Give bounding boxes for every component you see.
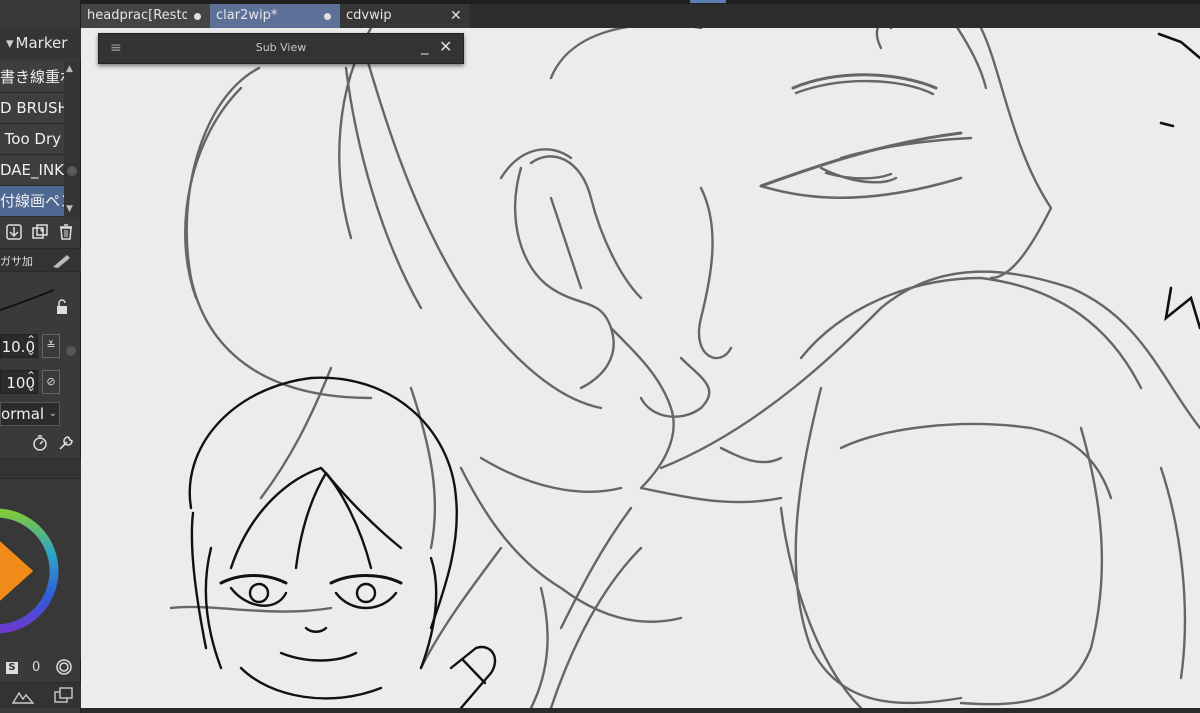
tab-label: cdvwip — [346, 8, 392, 23]
import-icon[interactable] — [4, 222, 24, 242]
tab-label: clar2wip* — [216, 8, 278, 23]
color-wheel-panel — [0, 478, 81, 658]
drawing-canvas[interactable] — [81, 28, 1200, 708]
brush-list-scrollbar[interactable] — [64, 62, 80, 217]
unsaved-dot-icon — [324, 13, 331, 20]
brush-item[interactable]: Too Dry — [0, 124, 64, 155]
close-icon[interactable]: ✕ — [450, 4, 462, 28]
gray-sketch-lines — [169, 28, 1200, 708]
sketch-artwork — [169, 28, 1200, 708]
spin-arrows-icon[interactable]: ⌃ ⌄ — [24, 334, 38, 357]
wrench-icon[interactable] — [56, 433, 76, 453]
status-strip — [81, 708, 1200, 713]
color-wheel[interactable] — [0, 479, 81, 659]
blend-mode-select[interactable]: ormal ⌄ — [0, 402, 60, 426]
chevron-down-icon[interactable]: ▾ — [6, 34, 14, 52]
black-sketch-lines — [188, 376, 497, 708]
chevron-down-icon[interactable]: ▼ — [66, 204, 73, 214]
tab-headprac[interactable]: headprac[Restore — [81, 4, 210, 28]
tab-clar2wip[interactable]: clar2wip* — [210, 4, 340, 28]
duplicate-icon[interactable] — [30, 222, 50, 242]
close-icon[interactable]: ✕ — [439, 37, 452, 56]
color-panel-header — [0, 458, 81, 478]
sub-view-title: Sub View — [255, 41, 307, 54]
brush-item[interactable]: 書き線重ね — [0, 62, 64, 93]
scroll-knob[interactable] — [67, 166, 77, 176]
chevron-down-icon: ⌄ — [48, 408, 57, 419]
sub-tool-tabs: ガサ加 — [0, 248, 81, 272]
stroke-preview — [0, 276, 81, 324]
lock-icon[interactable] — [57, 299, 67, 314]
sub-view-window[interactable]: ≡ Sub View _ ✕ — [98, 33, 464, 64]
trash-icon[interactable] — [56, 222, 76, 242]
edge-marks — [1157, 32, 1200, 330]
size-dot-icon — [66, 346, 76, 356]
spin-arrows-icon[interactable]: ⌃ ⌄ — [24, 370, 38, 393]
document-tab-bar: headprac[Restore clar2wip* cdvwip ✕ — [81, 4, 1200, 28]
brush-tip-icon[interactable] — [50, 252, 72, 270]
chevron-up-icon[interactable]: ▲ — [66, 64, 73, 74]
minimize-icon[interactable]: _ — [421, 37, 429, 55]
size-option-button[interactable]: ≚ — [42, 334, 60, 358]
bottom-value: 0 — [32, 660, 41, 675]
color-bottom-row: S 0 — [0, 658, 81, 680]
brush-item-selected[interactable]: 付線画ペン — [0, 186, 64, 217]
s-label: S — [6, 662, 18, 674]
tab-label: headprac[Restore — [87, 8, 187, 23]
unsaved-dot-icon — [194, 13, 201, 20]
brush-actions-row — [0, 221, 81, 243]
opacity-option-button[interactable]: ⊘ — [42, 370, 60, 394]
title-highlight — [690, 0, 726, 3]
brush-item[interactable]: D BRUSH — [0, 93, 64, 124]
timer-icon[interactable] — [30, 433, 50, 453]
tool-settings-row — [0, 432, 81, 454]
bottom-toolbar — [0, 682, 81, 708]
brush-list: 書き線重ね D BRUSH Too Dry DAE_INK 付線画ペン — [0, 62, 64, 217]
opacity-row: 100 ⌃ ⌄ ⊘ — [0, 368, 81, 396]
mountain-icon[interactable] — [12, 688, 34, 704]
panel-title: ▾ Marker — [0, 28, 81, 58]
layers-icon[interactable] — [52, 686, 78, 706]
brush-item[interactable]: DAE_INK — [0, 155, 64, 186]
brush-size-row: 10.0 ⌃ ⌄ ≚ — [0, 332, 81, 360]
layer-circle-icon[interactable] — [55, 658, 73, 676]
sub-tab-label[interactable]: ガサ加 — [0, 253, 33, 269]
tool-property-panel: ▾Marker 書き線重ね D BRUSH Too Dry DAE_INK 付線… — [0, 0, 81, 713]
tab-cdvwip[interactable]: cdvwip ✕ — [340, 4, 470, 28]
app-window: headprac[Restore clar2wip* cdvwip ✕ ▾Mar… — [0, 0, 1200, 713]
stroke-curve — [0, 289, 67, 314]
